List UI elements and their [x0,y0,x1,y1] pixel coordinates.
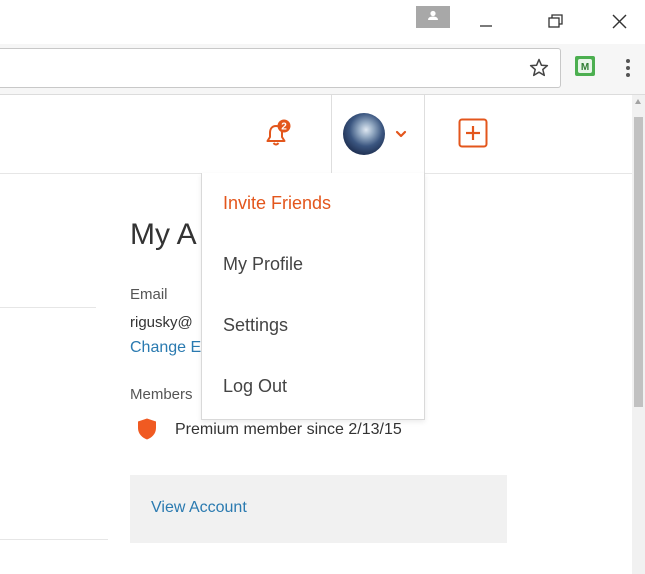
notifications-button[interactable]: 2 [262,119,292,149]
page-content: 2 My A Email rigusky@ Change E Members P… [0,95,632,574]
scrollbar-thumb[interactable] [634,117,643,407]
bell-icon: 2 [266,119,291,146]
change-email-link[interactable]: Change E [130,339,201,357]
membership-status: Premium member since 2/13/15 [175,421,402,438]
extension-icon: M [575,56,595,76]
divider [0,539,108,540]
page-scrollbar[interactable] [632,95,645,574]
more-vert-icon [626,59,630,77]
create-new-button[interactable] [458,118,488,148]
shield-icon [138,418,156,440]
restore-icon [548,14,563,28]
browser-toolbar: M [0,44,645,95]
window-title-bar [0,0,645,44]
chevron-down-icon [395,130,407,138]
star-icon [529,58,549,77]
profile-switcher-button[interactable] [416,6,450,28]
minimize-button[interactable] [466,6,506,36]
restore-button[interactable] [536,6,576,36]
browser-menu-button[interactable] [622,57,634,79]
extension-letter: M [581,62,589,73]
avatar[interactable] [343,113,385,155]
user-dropdown-menu: Invite Friends My Profile Settings Log O… [201,173,425,420]
menu-item-settings[interactable]: Settings [223,315,288,336]
divider [0,307,96,308]
bookmark-star-button[interactable] [528,57,550,79]
plus-box-icon [458,118,488,148]
close-window-button[interactable] [598,6,638,36]
membership-label: Members [130,386,193,403]
email-value: rigusky@ [130,314,193,331]
minimize-icon [480,25,492,27]
site-header: 2 [0,95,632,174]
scroll-up-arrow-icon[interactable] [635,99,641,104]
address-bar[interactable] [0,48,561,88]
menu-item-my-profile[interactable]: My Profile [223,254,303,275]
notification-count-badge: 2 [281,122,287,133]
menu-item-invite-friends[interactable]: Invite Friends [223,193,331,214]
email-label: Email [130,286,168,303]
menu-item-log-out[interactable]: Log Out [223,376,287,397]
view-account-panel: View Account [130,475,507,543]
page-title: My A [130,218,197,251]
person-icon [428,10,438,20]
close-icon [612,14,627,29]
browser-extension-button[interactable]: M [574,55,596,77]
user-menu-toggle[interactable] [331,95,425,174]
view-account-link[interactable]: View Account [151,499,247,517]
